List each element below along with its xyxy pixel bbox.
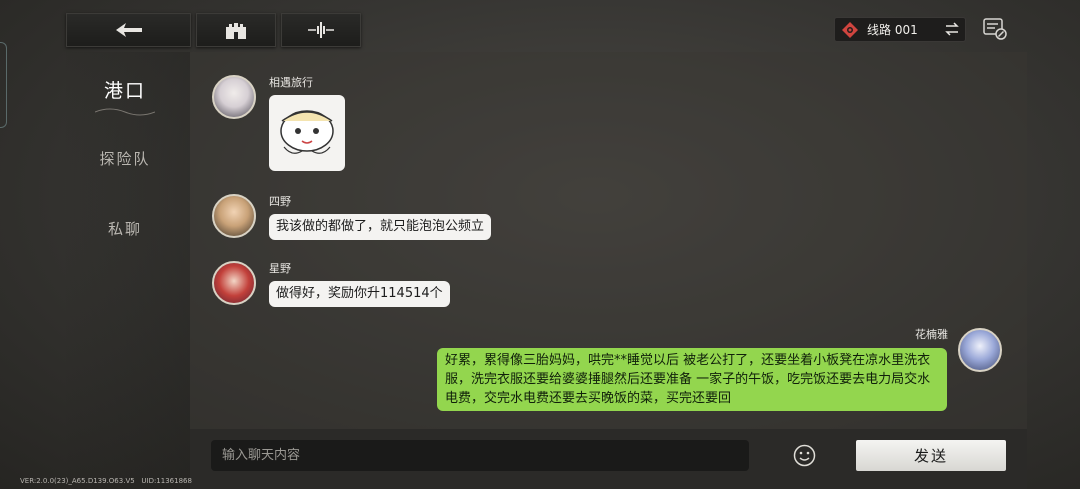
swap-arrows-icon[interactable] bbox=[945, 21, 959, 41]
version-info: VER:2.0.0(23)_A65.D139.O63.V5 UID:113618… bbox=[20, 477, 192, 485]
sticker-message[interactable] bbox=[269, 95, 345, 171]
left-edge-tab[interactable] bbox=[0, 42, 7, 128]
self-message-bubble[interactable]: 好累，累得像三胎妈妈，哄完**睡觉以后 被老公打了，还要坐着小板凳在凉水里洗衣服… bbox=[437, 348, 947, 411]
chibi-sticker-icon bbox=[272, 101, 342, 165]
channel-label: 线路 001 bbox=[867, 23, 918, 37]
channel-sidebar: 港口 探险队 私聊 bbox=[60, 52, 190, 489]
waveform-icon bbox=[307, 21, 335, 39]
smiley-icon[interactable] bbox=[793, 444, 816, 471]
sender-name: 星野 bbox=[269, 262, 291, 275]
avatar[interactable] bbox=[212, 261, 256, 305]
sidebar-item-private-chat[interactable]: 私聊 bbox=[60, 218, 190, 239]
back-button[interactable] bbox=[66, 13, 191, 47]
sender-name: 四野 bbox=[269, 195, 291, 208]
channel-selector[interactable]: 线路 001 bbox=[834, 17, 966, 42]
ornament-divider bbox=[60, 106, 190, 118]
sender-name: 花楠雅 bbox=[915, 328, 948, 341]
message-bubble[interactable]: 做得好，奖励你升114514个 bbox=[269, 281, 450, 307]
send-button[interactable]: 发送 bbox=[856, 440, 1006, 471]
back-arrow-icon bbox=[114, 22, 144, 38]
sidebar-item-harbor[interactable]: 港口 bbox=[60, 76, 190, 103]
sender-name: 相遇旅行 bbox=[269, 76, 313, 89]
home-button[interactable] bbox=[196, 13, 276, 47]
uid-string: UID:11361868 bbox=[141, 477, 192, 485]
chat-input[interactable]: 输入聊天内容 bbox=[211, 440, 749, 471]
avatar[interactable] bbox=[212, 194, 256, 238]
castle-icon bbox=[224, 21, 248, 39]
top-bar: 线路 001 bbox=[0, 0, 1080, 52]
version-string: VER:2.0.0(23)_A65.D139.O63.V5 bbox=[20, 477, 135, 485]
chat-settings-icon[interactable] bbox=[982, 17, 1008, 45]
diamond-gear-icon bbox=[839, 19, 861, 41]
sidebar-item-expedition[interactable]: 探险队 bbox=[60, 148, 190, 169]
avatar[interactable] bbox=[958, 328, 1002, 372]
voice-button[interactable] bbox=[281, 13, 361, 47]
message-bubble[interactable]: 我该做的都做了，就只能泡泡公频立 bbox=[269, 214, 492, 240]
avatar[interactable] bbox=[212, 75, 256, 119]
